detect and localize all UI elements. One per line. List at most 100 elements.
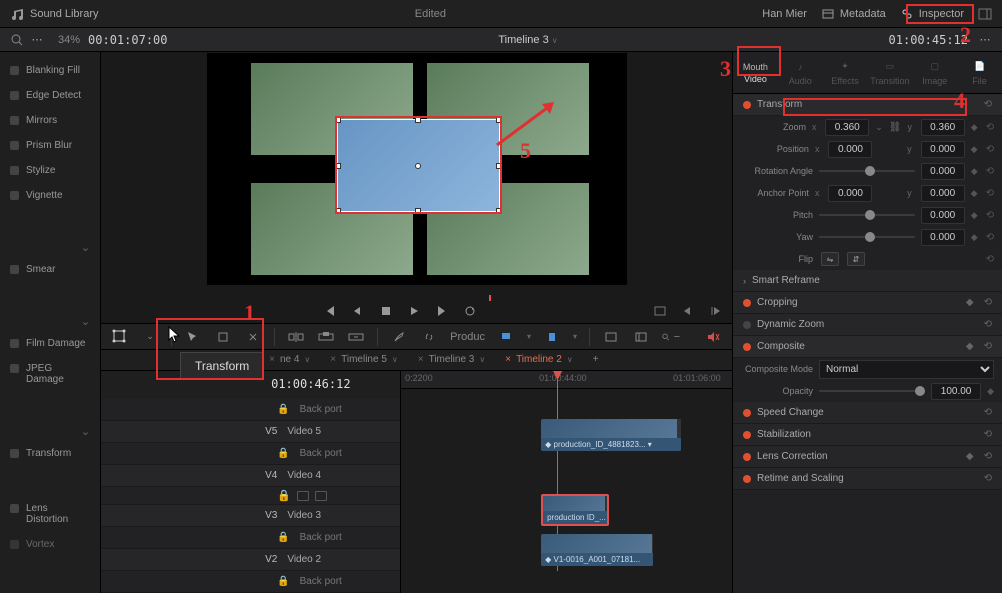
enable-dot[interactable]: [743, 409, 751, 417]
zoom-x-input[interactable]: [825, 119, 869, 136]
lock-icon[interactable]: 🔒: [277, 404, 289, 415]
rotation-slider[interactable]: [819, 170, 915, 172]
effect-edge-detect[interactable]: Edge Detect: [0, 83, 100, 108]
effect-stylize[interactable]: Stylize: [0, 158, 100, 183]
clip[interactable]: ◆ V1-0016_A001_07181...: [541, 534, 653, 566]
reset-icon[interactable]: ⟲: [984, 341, 992, 352]
effect-mirrors[interactable]: Mirrors: [0, 108, 100, 133]
track-header-v3[interactable]: V3Video 3: [101, 505, 400, 527]
keyframe-button[interactable]: ◆: [966, 341, 974, 352]
inspector-tab-image[interactable]: ▢Image: [912, 52, 957, 93]
prev-edit-button[interactable]: [680, 303, 696, 319]
add-timeline-tab[interactable]: +: [585, 350, 607, 369]
enable-dot[interactable]: [743, 321, 751, 329]
section-lens-correction[interactable]: Lens Correction◆⟲: [733, 446, 1002, 468]
viewer-canvas[interactable]: [207, 53, 627, 285]
pitch-slider[interactable]: [819, 214, 915, 216]
pitch-input[interactable]: [921, 207, 965, 224]
viewer-scrubber[interactable]: [101, 287, 732, 299]
track-toggle-icon[interactable]: [315, 491, 327, 501]
keyframe-button[interactable]: ◆: [971, 166, 978, 177]
opacity-slider[interactable]: [819, 390, 925, 392]
zoom-percent[interactable]: 34%: [58, 34, 80, 46]
section-smart-reframe[interactable]: ›Smart Reframe: [733, 270, 1002, 292]
enable-dot[interactable]: [743, 431, 751, 439]
inspector-tab-file[interactable]: 📄File: [957, 52, 1002, 93]
source-timecode[interactable]: 00:01:07:00: [88, 33, 167, 47]
effect-transform[interactable]: Transform: [0, 441, 100, 466]
track-icons[interactable]: 🔒: [101, 487, 400, 505]
lock-icon[interactable]: 🔒: [277, 448, 289, 459]
brush-tool[interactable]: [390, 328, 408, 346]
zoom-to-fit-button[interactable]: [602, 328, 620, 346]
timeline-tab-active[interactable]: ×Timeline 2∨: [497, 350, 580, 369]
viewer[interactable]: [101, 52, 732, 287]
reset-icon[interactable]: ⟲: [986, 232, 994, 243]
timeline-ruler[interactable]: 0:2200 01:00:44:00 01:01:06:00: [401, 371, 732, 389]
next-edit-button[interactable]: [708, 303, 724, 319]
section-composite[interactable]: Composite◆⟲: [733, 336, 1002, 358]
reset-icon[interactable]: ⟲: [984, 297, 992, 308]
reset-icon[interactable]: ⟲: [984, 99, 992, 110]
effect-film-damage[interactable]: Film Damage: [0, 331, 100, 356]
inspector-button[interactable]: Inspector: [900, 7, 964, 21]
prev-frame-button[interactable]: [350, 303, 366, 319]
mute-button[interactable]: [704, 328, 722, 346]
insert-clip-button[interactable]: [287, 328, 305, 346]
play-button[interactable]: [406, 303, 422, 319]
effect-blanking-fill[interactable]: Blanking Fill: [0, 58, 100, 83]
clip-selected[interactable]: production ID_...: [541, 494, 609, 526]
track-header-v5[interactable]: V5Video 5: [101, 421, 400, 443]
track-header-v2[interactable]: V2Video 2: [101, 549, 400, 571]
track-sub[interactable]: 🔒Back port: [101, 527, 400, 549]
lock-icon[interactable]: 🔒: [277, 532, 289, 543]
keyframe-button[interactable]: ◆: [971, 232, 978, 243]
reset-icon[interactable]: ⟲: [984, 319, 992, 330]
selection-tool[interactable]: [184, 328, 202, 346]
section-stabilization[interactable]: Stabilization⟲: [733, 424, 1002, 446]
next-frame-button[interactable]: [434, 303, 450, 319]
track-toggle-icon[interactable]: [297, 491, 309, 501]
transform-overlay-button[interactable]: [111, 328, 129, 346]
keyframe-button[interactable]: ◆: [971, 122, 978, 133]
section-speed-change[interactable]: Speed Change⟲: [733, 402, 1002, 424]
expand-panel-icon[interactable]: [978, 7, 992, 21]
options-icon[interactable]: ⋯: [30, 33, 44, 47]
inspector-tab-effects[interactable]: ✦Effects: [823, 52, 868, 93]
keyframe-button[interactable]: ◆: [971, 144, 978, 155]
inspector-tab-video[interactable]: Mouth Video: [733, 52, 778, 93]
enable-dot[interactable]: [743, 343, 751, 351]
search-icon[interactable]: [10, 33, 24, 47]
viewer-options-icon[interactable]: ⋯: [978, 33, 992, 47]
effect-smear[interactable]: Smear: [0, 257, 100, 282]
enable-dot[interactable]: [743, 475, 751, 483]
position-y-input[interactable]: [921, 141, 965, 158]
enable-dot[interactable]: [743, 299, 751, 307]
effect-vignette[interactable]: Vignette: [0, 183, 100, 208]
section-retime[interactable]: Retime and Scaling⟲: [733, 468, 1002, 490]
timeline-name[interactable]: Timeline 3 ∨: [168, 34, 889, 46]
sound-library-button[interactable]: Sound Library: [30, 8, 99, 20]
track-header-v4[interactable]: V4Video 4: [101, 465, 400, 487]
first-frame-button[interactable]: [322, 303, 338, 319]
reset-icon[interactable]: ⟲: [986, 210, 994, 221]
keyframe-button[interactable]: ◆: [971, 210, 978, 221]
enable-dot[interactable]: [743, 453, 751, 461]
flag-button[interactable]: [497, 328, 515, 346]
transform-dropdown[interactable]: ⌄: [141, 328, 159, 346]
track-sub[interactable]: 🔒Back port: [101, 571, 400, 593]
inspector-tab-transition[interactable]: ▭Transition: [867, 52, 912, 93]
link-icon[interactable]: ⛓: [889, 122, 902, 133]
timeline-timecode[interactable]: 01:00:46:12: [271, 377, 350, 391]
zoom-detail-button[interactable]: [632, 328, 650, 346]
enable-dot[interactable]: [743, 101, 751, 109]
timeline-tracks-area[interactable]: 0:2200 01:00:44:00 01:01:06:00 ◆ product…: [401, 371, 732, 593]
keyframe-button[interactable]: ◆: [966, 451, 974, 462]
yaw-input[interactable]: [921, 229, 965, 246]
lock-icon[interactable]: 🔒: [277, 489, 291, 502]
trim-tool[interactable]: [214, 328, 232, 346]
timeline-tab[interactable]: ×Timeline 3∨: [410, 350, 493, 369]
composite-mode-select[interactable]: Normal: [819, 360, 994, 379]
marker-button[interactable]: [543, 328, 561, 346]
reset-icon[interactable]: ⟲: [984, 451, 992, 462]
